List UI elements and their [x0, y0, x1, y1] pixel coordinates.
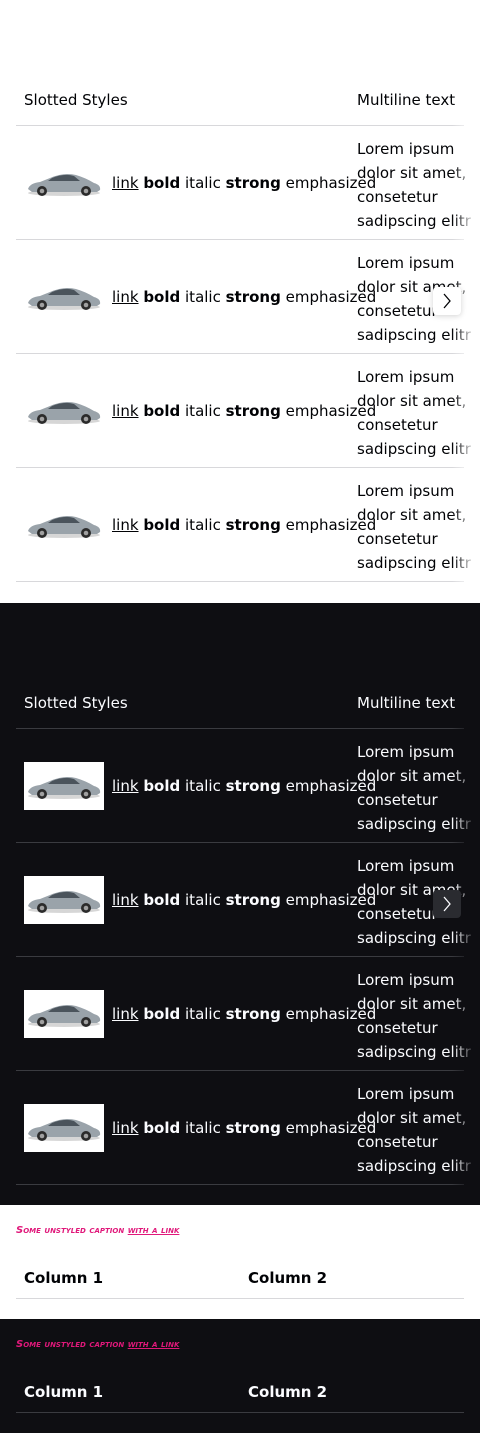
- cell-strong: strong: [225, 516, 281, 534]
- cell-bold: bold: [143, 174, 181, 192]
- header-divider: [16, 1412, 464, 1413]
- simple-table-header: Column 1 Column 2: [16, 1373, 464, 1413]
- header-slotted-styles: Slotted Styles: [24, 694, 128, 712]
- slotted-styles-cell: link bold italic strong emphasized: [112, 890, 376, 910]
- car-image: [24, 1104, 104, 1152]
- cell-strong: strong: [225, 174, 281, 192]
- cell-italic: italic: [185, 288, 221, 306]
- multiline-text-cell: Lorem ipsum dolor sit amet, consetetur s…: [357, 482, 471, 572]
- table-row: link bold italic strong emphasized Lorem…: [16, 240, 480, 354]
- car-image: [24, 990, 104, 1038]
- cell-bold: bold: [143, 891, 181, 909]
- slotted-styles-cell: link bold italic strong emphasized: [112, 515, 376, 535]
- cell-bold: bold: [143, 288, 181, 306]
- slotted-styles-cell: link bold italic strong emphasized: [112, 401, 376, 421]
- cell-italic: italic: [185, 891, 221, 909]
- cell-link[interactable]: link: [112, 174, 139, 192]
- cell-italic: italic: [185, 1119, 221, 1137]
- slotted-styles-cell: link bold italic strong emphasized: [112, 173, 376, 193]
- cell-bold: bold: [143, 1119, 181, 1137]
- cell-italic: italic: [185, 174, 221, 192]
- car-image: [24, 159, 104, 207]
- chevron-right-icon: [443, 896, 451, 912]
- cell-strong: strong: [225, 288, 281, 306]
- car-image: [24, 387, 104, 435]
- slotted-styles-cell: link bold italic strong emphasized: [112, 776, 376, 796]
- table-header: Slotted Styles Multiline text: [16, 86, 480, 126]
- car-image: [24, 762, 104, 810]
- table-row: link bold italic strong emphasized Lorem…: [16, 126, 480, 240]
- cell-strong: strong: [225, 1005, 281, 1023]
- header-slotted-styles: Slotted Styles: [24, 91, 128, 109]
- simple-table-header: Column 1 Column 2: [16, 1259, 464, 1299]
- table-row: link bold italic strong emphasized Lorem…: [16, 354, 480, 468]
- light-table-section: Slotted Styles Multiline text link bold …: [0, 0, 480, 603]
- row-divider: [16, 581, 464, 582]
- cell-link[interactable]: link: [112, 1119, 139, 1137]
- cell-bold: bold: [143, 1005, 181, 1023]
- scroll-right-button[interactable]: [433, 890, 461, 918]
- cell-strong: strong: [225, 1119, 281, 1137]
- caption-text: Some unstyled caption: [16, 1339, 125, 1350]
- header-divider: [16, 1298, 464, 1299]
- dark-table-section: Slotted Styles Multiline text link bold …: [0, 603, 480, 1205]
- cell-italic: italic: [185, 1005, 221, 1023]
- car-image: [24, 273, 104, 321]
- light-caption-table-section: Some unstyled caption with a link Column…: [0, 1205, 480, 1319]
- header-column-2: Column 2: [248, 1269, 328, 1287]
- cell-italic: italic: [185, 516, 221, 534]
- cell-strong: strong: [225, 777, 281, 795]
- header-column-1: Column 1: [24, 1269, 104, 1287]
- row-divider: [16, 1184, 464, 1185]
- table-row: link bold italic strong emphasized Lorem…: [16, 957, 480, 1071]
- cell-bold: bold: [143, 402, 181, 420]
- multiline-text-cell: Lorem ipsum dolor sit amet, consetetur s…: [357, 1085, 471, 1175]
- car-image: [24, 501, 104, 549]
- caption-link[interactable]: with a link: [128, 1225, 180, 1236]
- table-row: link bold italic strong emphasized Lorem…: [16, 843, 480, 957]
- table-caption: Some unstyled caption with a link: [16, 1339, 179, 1350]
- cell-italic: italic: [185, 402, 221, 420]
- cell-strong: strong: [225, 891, 281, 909]
- cell-link[interactable]: link: [112, 891, 139, 909]
- car-image: [24, 876, 104, 924]
- table-row: link bold italic strong emphasized Lorem…: [16, 729, 480, 843]
- table-row: link bold italic strong emphasized Lorem…: [16, 468, 480, 582]
- chevron-right-icon: [443, 293, 451, 309]
- caption-text: Some unstyled caption: [16, 1225, 125, 1236]
- dark-caption-table-section: Some unstyled caption with a link Column…: [0, 1319, 480, 1433]
- light-table[interactable]: Slotted Styles Multiline text link bold …: [16, 86, 480, 586]
- cell-link[interactable]: link: [112, 402, 139, 420]
- dark-table[interactable]: Slotted Styles Multiline text link bold …: [16, 689, 480, 1189]
- table-caption: Some unstyled caption with a link: [16, 1225, 179, 1236]
- cell-link[interactable]: link: [112, 288, 139, 306]
- cell-link[interactable]: link: [112, 777, 139, 795]
- slotted-styles-cell: link bold italic strong emphasized: [112, 1004, 376, 1024]
- cell-bold: bold: [143, 516, 181, 534]
- table-row: link bold italic strong emphasized Lorem…: [16, 1071, 480, 1185]
- header-multiline-text: Multiline text: [357, 694, 456, 712]
- multiline-text-cell: Lorem ipsum dolor sit amet, consetetur s…: [357, 743, 471, 833]
- caption-link[interactable]: with a link: [128, 1339, 180, 1350]
- cell-bold: bold: [143, 777, 181, 795]
- header-column-2: Column 2: [248, 1383, 328, 1401]
- cell-italic: italic: [185, 777, 221, 795]
- cell-strong: strong: [225, 402, 281, 420]
- table-header: Slotted Styles Multiline text: [16, 689, 480, 729]
- multiline-text-cell: Lorem ipsum dolor sit amet, consetetur s…: [357, 971, 471, 1061]
- multiline-text-cell: Lorem ipsum dolor sit amet, consetetur s…: [357, 368, 471, 458]
- slotted-styles-cell: link bold italic strong emphasized: [112, 1118, 376, 1138]
- cell-link[interactable]: link: [112, 1005, 139, 1023]
- slotted-styles-cell: link bold italic strong emphasized: [112, 287, 376, 307]
- header-multiline-text: Multiline text: [357, 91, 456, 109]
- multiline-text-cell: Lorem ipsum dolor sit amet, consetetur s…: [357, 140, 471, 230]
- header-column-1: Column 1: [24, 1383, 104, 1401]
- cell-link[interactable]: link: [112, 516, 139, 534]
- scroll-right-button[interactable]: [433, 287, 461, 315]
